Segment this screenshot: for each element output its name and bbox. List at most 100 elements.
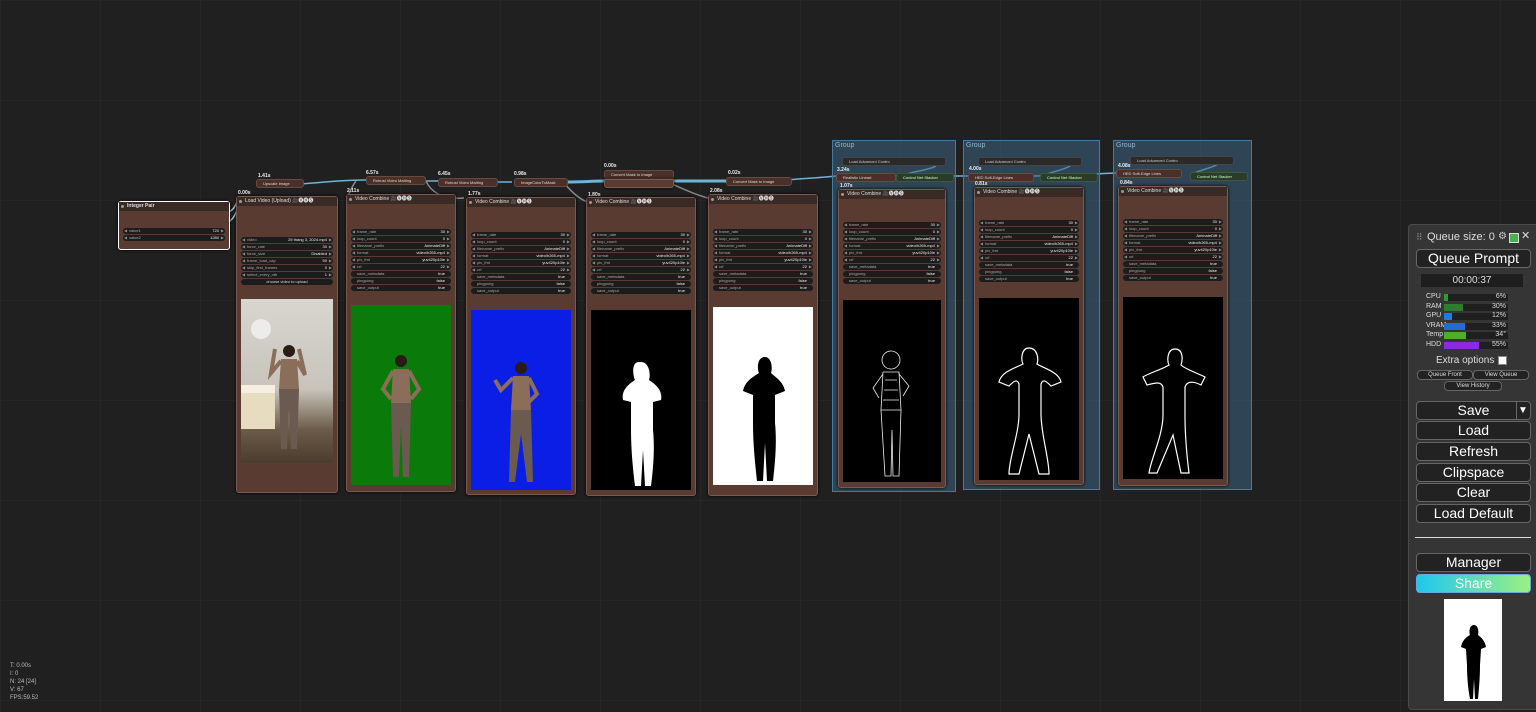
widget-format[interactable]: format video/h265-mp4 — [591, 253, 691, 259]
widget-filename-prefix[interactable]: filename_prefix AnimateDiff — [979, 234, 1079, 240]
widget-pingpong[interactable]: pingpong false — [1123, 268, 1223, 274]
widget-save-output[interactable]: save_output true — [979, 276, 1079, 282]
node-control-net-stacker-1[interactable]: Control Net Stacker — [896, 173, 954, 182]
widget-crf[interactable]: crf 22 — [591, 267, 691, 273]
widget-pingpong[interactable]: pingpong false — [979, 269, 1079, 275]
chevron-down-icon[interactable]: ▼ — [1516, 402, 1529, 419]
widget-filename-prefix[interactable]: filename_prefix AnimateDiff — [843, 236, 941, 242]
widget-crf[interactable]: crf 22 — [713, 264, 813, 270]
node-video-combine-1[interactable]: Video Combine 🎥🅥🅗🅢 frame_rate 30 loop_coun… — [346, 194, 456, 492]
manager-button[interactable]: Manager — [1416, 553, 1531, 572]
close-icon[interactable]: ✕ — [1521, 229, 1530, 242]
widget-frame-rate[interactable]: frame_rate 30 — [1123, 219, 1223, 225]
widget-pix-fmt[interactable]: pix_fmt yuv420p10le — [843, 250, 941, 256]
clear-button[interactable]: Clear — [1416, 483, 1531, 502]
widget-frame-load-cap[interactable]: frame_load_cap 50 — [241, 258, 333, 264]
node-load-advanced-controlnet-2[interactable]: Load Advanced Contro — [978, 157, 1082, 166]
load-default-button[interactable]: Load Default — [1416, 504, 1531, 523]
widget-crf[interactable]: crf 22 — [351, 264, 451, 270]
widget-save-metadata[interactable]: save_metadata true — [1123, 261, 1223, 267]
node-video-combine-5[interactable]: Video Combine 🎥🅥🅗🅢 frame_rate 30 loop_coun… — [838, 189, 946, 488]
node-load-video[interactable]: Load Video (Upload) 🎥🅥🅗🅢 video 29 thang 3… — [236, 196, 338, 493]
widget-crf[interactable]: crf 22 — [979, 255, 1079, 261]
widget-pingpong[interactable]: pingpong false — [591, 281, 691, 287]
node-robust-video-matting-2[interactable]: Robust Video Matting — [438, 178, 498, 187]
node-load-advanced-controlnet-1[interactable]: Load Advanced Contro — [842, 157, 946, 166]
widget-pingpong[interactable]: pingpong false — [843, 271, 941, 277]
widget-crf[interactable]: crf 22 — [1123, 254, 1223, 260]
widget-loop-count[interactable]: loop_count 0 — [591, 239, 691, 245]
node-convert-mask-to-image-2[interactable]: Convert Mask to Image — [726, 177, 792, 186]
widget-save-metadata[interactable]: save_metadata true — [471, 274, 571, 280]
queue-prompt-button[interactable]: Queue Prompt — [1416, 249, 1531, 268]
node-integer-pair[interactable]: Integer Pair value1 720 value2 1280 — [118, 201, 230, 250]
gear-icon[interactable]: ⚙ — [1498, 231, 1507, 242]
image-feed-icon[interactable] — [1509, 233, 1519, 243]
widget-filename-prefix[interactable]: filename_prefix AnimateDiff — [591, 246, 691, 252]
widget-loop-count[interactable]: loop_count 0 — [843, 229, 941, 235]
widget-save-metadata[interactable]: save_metadata true — [713, 271, 813, 277]
widget-save-output[interactable]: save_output true — [1123, 275, 1223, 281]
widget-format[interactable]: format video/h265-mp4 — [1123, 240, 1223, 246]
node-hed-soft-edge-2[interactable]: HED Soft-Edge Lines — [1116, 169, 1182, 178]
node-video-combine-7[interactable]: Video Combine 🎥🅥🅗🅢 frame_rate 30 loop_coun… — [1118, 186, 1228, 486]
extra-options-checkbox[interactable] — [1498, 356, 1507, 365]
clipspace-button[interactable]: Clipspace — [1416, 463, 1531, 482]
widget-save-output[interactable]: save_output true — [591, 288, 691, 294]
node-convert-mask-to-image-1[interactable]: Convert Mask to Image — [604, 170, 674, 179]
widget-frame-rate[interactable]: frame_rate 30 — [979, 220, 1079, 226]
widget-save-metadata[interactable]: save_metadata true — [591, 274, 691, 280]
widget-format[interactable]: format video/h265-mp4 — [351, 250, 451, 256]
widget-save-output[interactable]: save_output true — [351, 285, 451, 291]
widget-value2[interactable]: value2 1280 — [123, 235, 225, 241]
node-image-color-to-mask[interactable]: ImageColorToMask — [514, 178, 568, 187]
node-control-net-stacker-3[interactable]: Control Net Stacker — [1190, 172, 1248, 181]
widget-format[interactable]: format video/h265-mp4 — [713, 250, 813, 256]
node-video-combine-6[interactable]: Video Combine 🎥🅥🅗🅢 frame_rate 30 loop_coun… — [974, 187, 1084, 485]
widget-pix-fmt[interactable]: pix_fmt yuv420p10le — [1123, 247, 1223, 253]
node-upscale-image[interactable]: Upscale Image — [256, 179, 304, 188]
widget-frame-rate[interactable]: frame_rate 30 — [713, 229, 813, 235]
widget-save-output[interactable]: save_output true — [713, 285, 813, 291]
widget-frame-rate[interactable]: frame_rate 30 — [471, 232, 571, 238]
widget-select-every-nth[interactable]: select_every_nth 1 — [241, 272, 333, 278]
node-video-combine-3[interactable]: Video Combine 🎥🅥🅗🅢 frame_rate 30 loop_coun… — [586, 197, 696, 496]
widget-force-size[interactable]: force_size Disabled — [241, 251, 333, 257]
latest-output-thumbnail[interactable] — [1444, 599, 1502, 701]
view-queue-button[interactable]: View Queue — [1473, 370, 1529, 380]
node-video-combine-2[interactable]: Video Combine 🎥🅥🅗🅢 frame_rate 30 loop_coun… — [466, 197, 576, 495]
widget-pix-fmt[interactable]: pix_fmt yuv420p10le — [351, 257, 451, 263]
node-load-advanced-controlnet-3[interactable]: Load Advanced Contro — [1130, 156, 1234, 165]
widget-save-metadata[interactable]: save_metadata true — [843, 264, 941, 270]
widget-filename-prefix[interactable]: filename_prefix AnimateDiff — [1123, 233, 1223, 239]
refresh-button[interactable]: Refresh — [1416, 442, 1531, 461]
node-realistic-lineart[interactable]: Realistic Lineart — [836, 173, 896, 182]
widget-value1[interactable]: value1 720 — [123, 228, 225, 234]
widget-video[interactable]: video 29 thang 3, 2024.mp4 — [241, 237, 333, 243]
widget-frame-rate[interactable]: frame_rate 30 — [351, 229, 451, 235]
widget-frame-rate[interactable]: frame_rate 30 — [843, 222, 941, 228]
view-history-button[interactable]: View History — [1444, 381, 1502, 391]
widget-pingpong[interactable]: pingpong false — [471, 281, 571, 287]
widget-loop-count[interactable]: loop_count 0 — [351, 236, 451, 242]
widget-filename-prefix[interactable]: filename_prefix AnimateDiff — [471, 246, 571, 252]
widget-save-metadata[interactable]: save_metadata true — [351, 271, 451, 277]
widget-pingpong[interactable]: pingpong false — [351, 278, 451, 284]
widget-pix-fmt[interactable]: pix_fmt yuv420p10le — [471, 260, 571, 266]
widget-save-metadata[interactable]: save_metadata true — [979, 262, 1079, 268]
widget-loop-count[interactable]: loop_count 0 — [471, 239, 571, 245]
widget-loop-count[interactable]: loop_count 0 — [713, 236, 813, 242]
save-button[interactable]: Save ▼ — [1416, 401, 1531, 420]
widget-filename-prefix[interactable]: filename_prefix AnimateDiff — [713, 243, 813, 249]
widget-pix-fmt[interactable]: pix_fmt yuv420p10le — [591, 260, 691, 266]
widget-pix-fmt[interactable]: pix_fmt yuv420p10le — [713, 257, 813, 263]
widget-skip-first-frames[interactable]: skip_first_frames 0 — [241, 265, 333, 271]
widget-filename-prefix[interactable]: filename_prefix AnimateDiff — [351, 243, 451, 249]
queue-front-button[interactable]: Queue Front — [1417, 370, 1473, 380]
widget-save-output[interactable]: save_output true — [471, 288, 571, 294]
widget-loop-count[interactable]: loop_count 0 — [1123, 226, 1223, 232]
widget-loop-count[interactable]: loop_count 0 — [979, 227, 1079, 233]
widget-pix-fmt[interactable]: pix_fmt yuv420p10le — [979, 248, 1079, 254]
load-button[interactable]: Load — [1416, 421, 1531, 440]
node-video-combine-4[interactable]: Video Combine 🎥🅥🅗🅢 frame_rate 30 loop_coun… — [708, 194, 818, 496]
